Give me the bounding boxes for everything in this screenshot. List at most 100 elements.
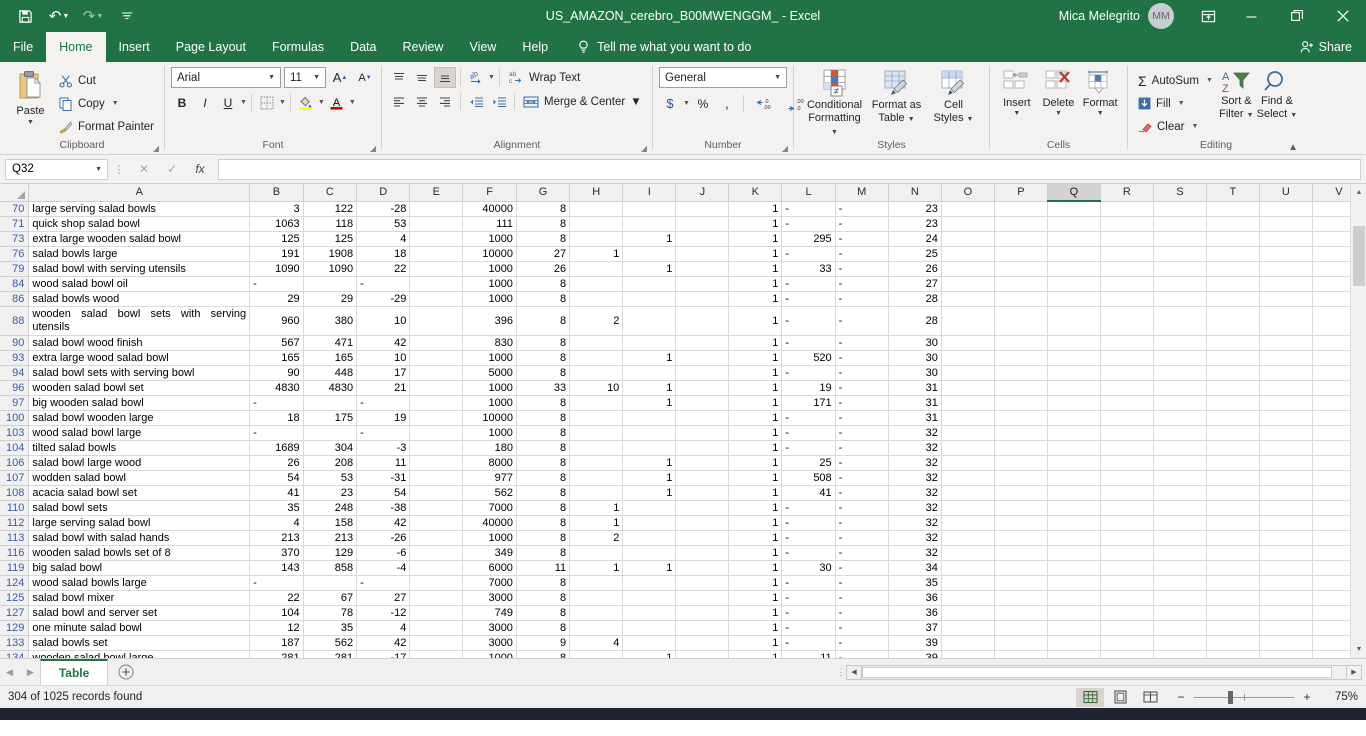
cell-T116[interactable]: [1206, 545, 1260, 561]
tab-review[interactable]: Review: [389, 32, 456, 62]
cell-U125[interactable]: [1259, 590, 1313, 606]
cell-I125[interactable]: [622, 590, 677, 606]
cell-Q103[interactable]: [1047, 425, 1101, 441]
cell-H86[interactable]: [569, 291, 624, 307]
cell-S104[interactable]: [1153, 440, 1207, 456]
cell-N116[interactable]: 32: [888, 545, 942, 561]
cell-T133[interactable]: [1206, 635, 1260, 651]
cell-P116[interactable]: [994, 545, 1048, 561]
cell-T134[interactable]: [1206, 650, 1260, 658]
sort-filter-dropdown-caret[interactable]: ▼: [1247, 112, 1254, 119]
cell-K110[interactable]: 1: [728, 500, 783, 516]
cell-F124[interactable]: 7000: [462, 575, 517, 591]
cell-styles-dropdown-caret[interactable]: ▼: [967, 116, 974, 123]
alignment-dialog-launcher-icon[interactable]: ◢: [641, 144, 647, 153]
cell-E134[interactable]: [409, 650, 464, 658]
cell-K134[interactable]: 1: [728, 650, 783, 658]
cell-G108[interactable]: 8: [516, 485, 571, 501]
cell-K97[interactable]: 1: [728, 395, 783, 411]
table-row[interactable]: 100 salad bowl wooden large 18 175 19 10000 8 1…: [0, 410, 1366, 426]
increase-decimal-button[interactable]: .0.00: [749, 93, 779, 114]
cell-Q76[interactable]: [1047, 246, 1101, 262]
underline-button[interactable]: U: [217, 92, 239, 113]
cell-K119[interactable]: 1: [728, 560, 783, 576]
borders-button[interactable]: [256, 92, 278, 113]
cell-H106[interactable]: [569, 455, 624, 471]
cell-D70[interactable]: -28: [356, 201, 411, 217]
cell-H100[interactable]: [569, 410, 624, 426]
cell-F90[interactable]: 830: [462, 335, 517, 351]
cell-T96[interactable]: [1206, 380, 1260, 396]
normal-view-button[interactable]: [1076, 687, 1104, 707]
cell-T90[interactable]: [1206, 335, 1260, 351]
conditional-formatting-button[interactable]: ≠ Conditional Formatting ▼: [804, 67, 866, 138]
cell-T112[interactable]: [1206, 515, 1260, 531]
cell-U108[interactable]: [1259, 485, 1313, 501]
cell-C70[interactable]: 122: [303, 201, 358, 217]
cell-G119[interactable]: 11: [516, 560, 571, 576]
cell-H116[interactable]: [569, 545, 624, 561]
align-left-button[interactable]: [388, 91, 410, 112]
column-header-j[interactable]: J: [675, 184, 730, 202]
previous-sheet-icon[interactable]: ◀: [6, 667, 13, 678]
cell-K133[interactable]: 1: [728, 635, 783, 651]
cell-M94[interactable]: -: [835, 365, 889, 381]
cell-J88[interactable]: [675, 306, 730, 336]
cell-I133[interactable]: [622, 635, 677, 651]
cell-R134[interactable]: [1100, 650, 1154, 658]
decrease-font-size-button[interactable]: A ▼: [354, 67, 376, 88]
cell-C76[interactable]: 1908: [303, 246, 358, 262]
underline-dropdown-caret[interactable]: ▼: [240, 99, 247, 106]
cell-L106[interactable]: 25: [781, 455, 836, 471]
cell-D96[interactable]: 21: [356, 380, 411, 396]
cell-S133[interactable]: [1153, 635, 1207, 651]
cell-G133[interactable]: 9: [516, 635, 571, 651]
cell-S70[interactable]: [1153, 201, 1207, 217]
cell-O100[interactable]: [941, 410, 995, 426]
cell-O113[interactable]: [941, 530, 995, 546]
ribbon-display-options-icon[interactable]: [1188, 0, 1228, 32]
cell-S107[interactable]: [1153, 470, 1207, 486]
cell-U134[interactable]: [1259, 650, 1313, 658]
cell-O94[interactable]: [941, 365, 995, 381]
cell-R79[interactable]: [1100, 261, 1154, 277]
cell-F94[interactable]: 5000: [462, 365, 517, 381]
cell-O71[interactable]: [941, 216, 995, 232]
cell-R113[interactable]: [1100, 530, 1154, 546]
table-row[interactable]: 133 salad bowls set 187 562 42 3000 9 4 1- -39: [0, 635, 1366, 651]
table-row[interactable]: 73 extra large wooden salad bowl 125 125 4 10…: [0, 231, 1366, 247]
cell-J93[interactable]: [675, 350, 730, 366]
cell-E79[interactable]: [409, 261, 464, 277]
cell-F112[interactable]: 40000: [462, 515, 517, 531]
table-row[interactable]: 112 large serving salad bowl 4 158 42 40000 8 1…: [0, 515, 1366, 531]
cell-O119[interactable]: [941, 560, 995, 576]
cell-S90[interactable]: [1153, 335, 1207, 351]
cell-U90[interactable]: [1259, 335, 1313, 351]
cell-M79[interactable]: -: [835, 261, 889, 277]
cell-L70[interactable]: -: [781, 201, 836, 217]
cell-G116[interactable]: 8: [516, 545, 571, 561]
next-sheet-icon[interactable]: ▶: [27, 667, 34, 678]
cell-J119[interactable]: [675, 560, 730, 576]
row-header-106[interactable]: 106: [0, 455, 30, 471]
cell-J127[interactable]: [675, 605, 730, 621]
cell-U100[interactable]: [1259, 410, 1313, 426]
cell-J112[interactable]: [675, 515, 730, 531]
select-all-corner[interactable]: [0, 184, 30, 202]
cell-A86[interactable]: salad bowls wood: [28, 291, 251, 307]
cell-Q113[interactable]: [1047, 530, 1101, 546]
cell-H119[interactable]: 1: [569, 560, 624, 576]
cell-O86[interactable]: [941, 291, 995, 307]
cell-Q97[interactable]: [1047, 395, 1101, 411]
undo-dropdown-caret[interactable]: ▼: [62, 13, 69, 20]
cell-H113[interactable]: 2: [569, 530, 624, 546]
cell-G86[interactable]: 8: [516, 291, 571, 307]
cell-C106[interactable]: 208: [303, 455, 358, 471]
cell-C125[interactable]: 67: [303, 590, 358, 606]
cell-G97[interactable]: 8: [516, 395, 571, 411]
column-header-h[interactable]: H: [569, 184, 624, 202]
cell-L133[interactable]: -: [781, 635, 836, 651]
cell-L88[interactable]: -: [781, 306, 836, 336]
table-row[interactable]: 94 salad bowl sets with serving bowl 90 448…: [0, 365, 1366, 381]
cell-T110[interactable]: [1206, 500, 1260, 516]
